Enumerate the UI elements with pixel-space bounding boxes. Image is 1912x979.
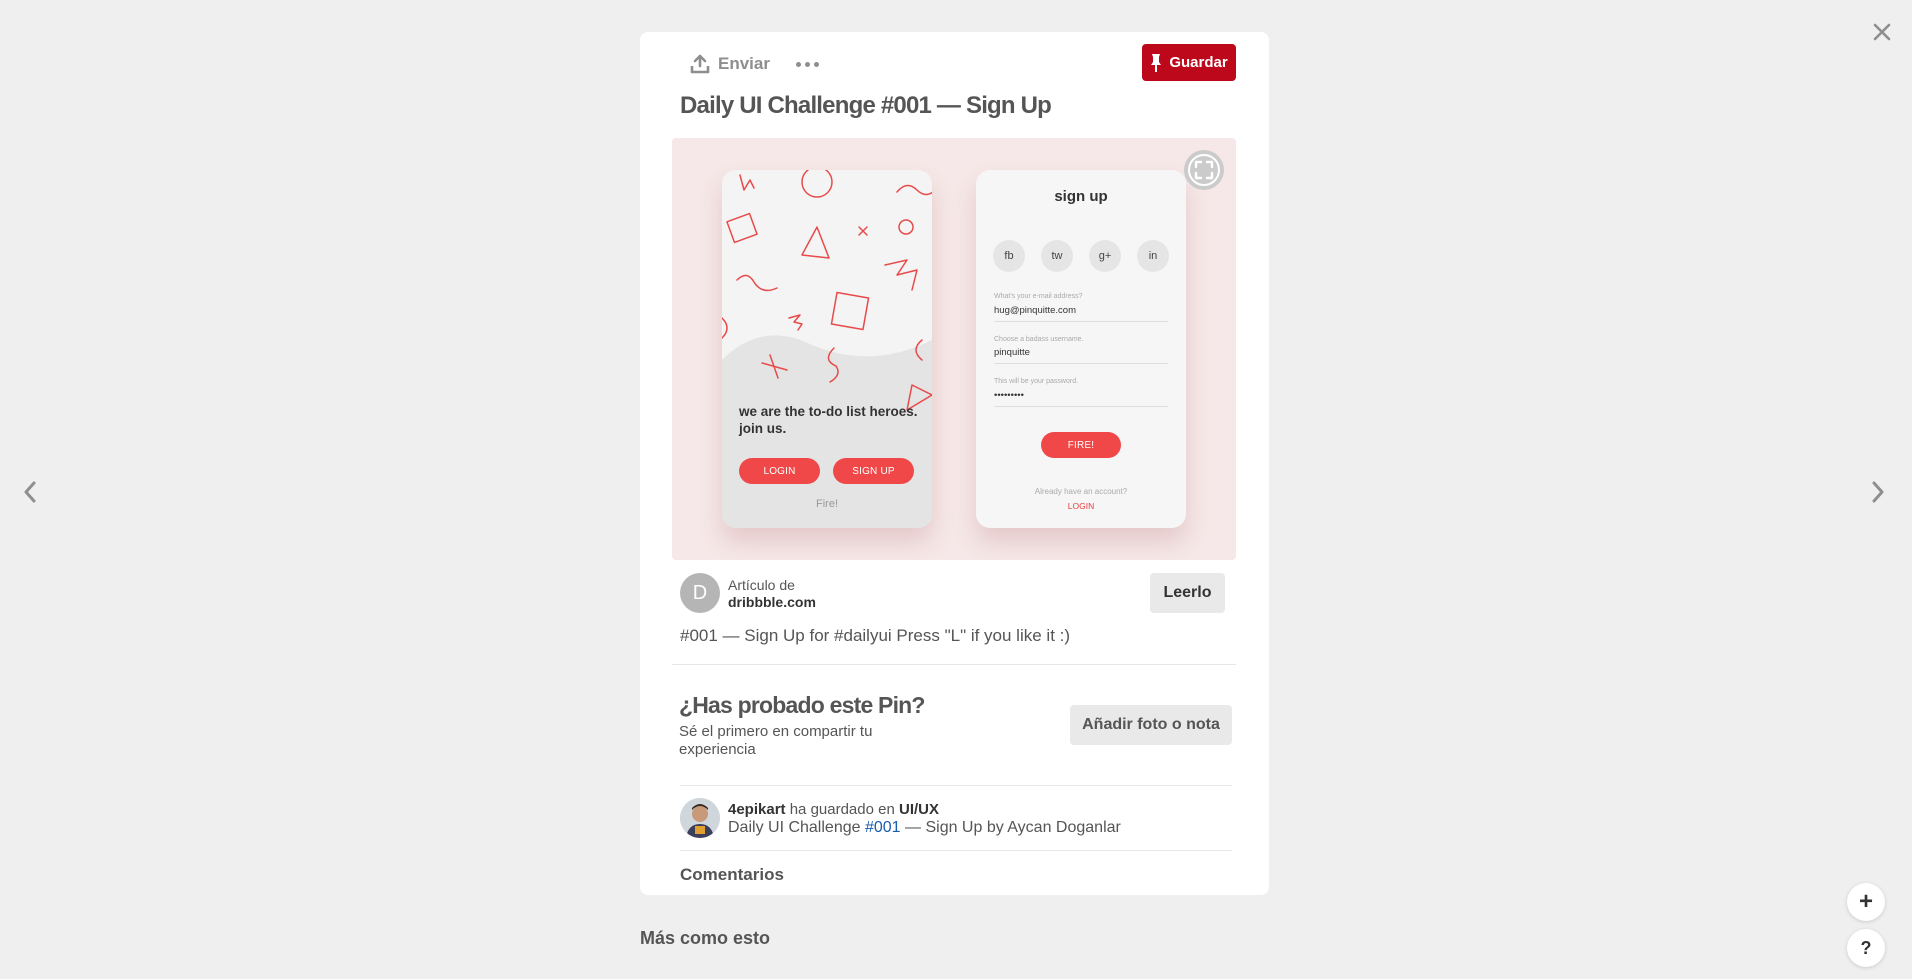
expand-image-button[interactable] [1184, 150, 1224, 190]
already-account-text: Already have an account? [1034, 487, 1128, 496]
pin-card: Enviar Guardar Daily UI Challenge #001 —… [640, 32, 1269, 895]
right-phone-mockup: sign up fb tw g+ in What's your e-mail a… [976, 170, 1186, 528]
right-phone-fire-button: FIRE! [1041, 432, 1121, 458]
chevron-right-icon [1872, 481, 1884, 503]
save-label: Guardar [1169, 54, 1228, 71]
expand-icon-ring [1188, 154, 1220, 186]
password-field-label: This will be your password. [994, 378, 1079, 385]
password-field-value: ••••••••• [994, 390, 1168, 407]
divider [680, 785, 1232, 786]
social-gplus: g+ [1089, 240, 1121, 272]
tried-pin-title: ¿Has probado este Pin? [679, 692, 925, 718]
close-icon [1873, 23, 1891, 41]
more-like-this-heading: Más como esto [640, 928, 771, 948]
source-label: Artículo de [728, 577, 795, 593]
expand-icon [1194, 160, 1214, 180]
left-phone-signup-button: SIGN UP [833, 458, 914, 484]
username-field-label: Choose a badass username. [994, 336, 1084, 343]
left-phone-fire-text: Fire! [816, 498, 838, 510]
more-icon-dot [805, 61, 810, 67]
close-button[interactable] [1868, 18, 1896, 46]
saved-by-user-link[interactable]: 4epikart [728, 801, 786, 818]
social-tw: tw [1041, 240, 1073, 272]
upload-icon [690, 54, 710, 74]
caption-suffix: — Sign Up by Aycan Doganlar [905, 819, 1121, 836]
help-button[interactable]: ? [1847, 929, 1885, 967]
pin-image[interactable]: we are the to-do list heroes. join us. L… [672, 138, 1236, 560]
add-photo-note-button[interactable]: Añadir foto o nota [1070, 705, 1232, 745]
saved-by-text: 4epikart ha guardado en UI/UX [728, 801, 939, 818]
read-button[interactable]: Leerlo [1150, 573, 1225, 613]
left-phone-login-button: LOGIN [739, 458, 820, 484]
send-label: Enviar [718, 54, 770, 73]
right-phone-login-link: LOGIN [1067, 501, 1095, 511]
previous-pin-button[interactable] [18, 478, 42, 506]
send-button[interactable]: Enviar [690, 50, 770, 78]
caption-prefix: Daily UI Challenge [728, 819, 861, 836]
divider [680, 850, 1232, 851]
next-pin-button[interactable] [1866, 478, 1890, 506]
chevron-left-icon [24, 481, 36, 503]
tried-pin-subtitle: Sé el primero en compartir tu experienci… [679, 723, 873, 758]
source-domain-link[interactable]: dribbble.com [728, 594, 816, 610]
pin-icon [1151, 53, 1162, 72]
divider [672, 664, 1236, 665]
source-row: D Artículo de dribbble.com Leerlo [680, 573, 1236, 613]
social-in: in [1137, 240, 1169, 272]
left-phone-mockup: we are the to-do list heroes. join us. L… [722, 170, 932, 528]
hashtag-link[interactable]: #001 [865, 819, 901, 836]
more-options-button[interactable] [796, 52, 819, 76]
right-phone-title: sign up [1054, 188, 1108, 205]
more-icon [796, 61, 801, 67]
saved-board-link[interactable]: UI/UX [899, 801, 939, 818]
email-field-label: What's your e-mail address? [994, 293, 1083, 300]
email-field-value: hug@pinquitte.com [994, 305, 1168, 322]
pin-toolbar: Enviar Guardar [640, 32, 1269, 94]
saved-pin-caption: Daily UI Challenge #001 — Sign Up by Ayc… [728, 819, 1121, 837]
username-field-value: pinquitte [994, 347, 1168, 364]
social-fb: fb [993, 240, 1025, 272]
pin-title: Daily UI Challenge #001 — Sign Up [680, 92, 1052, 119]
save-button[interactable]: Guardar [1142, 44, 1236, 81]
source-avatar[interactable]: D [680, 573, 720, 613]
saved-by-row: 4epikart ha guardado en UI/UX Daily UI C… [680, 798, 1236, 838]
saved-action-text: ha guardado en [789, 801, 895, 818]
comments-heading[interactable]: Comentarios [680, 865, 784, 885]
left-phone-tagline: we are the to-do list heroes. join us. [739, 404, 918, 436]
create-pin-button[interactable]: + [1847, 883, 1885, 921]
avatar[interactable] [680, 798, 720, 838]
pin-description: #001 — Sign Up for #dailyui Press "L" if… [680, 626, 1071, 645]
more-icon-dot [814, 61, 819, 67]
user-avatar-image [680, 798, 720, 838]
